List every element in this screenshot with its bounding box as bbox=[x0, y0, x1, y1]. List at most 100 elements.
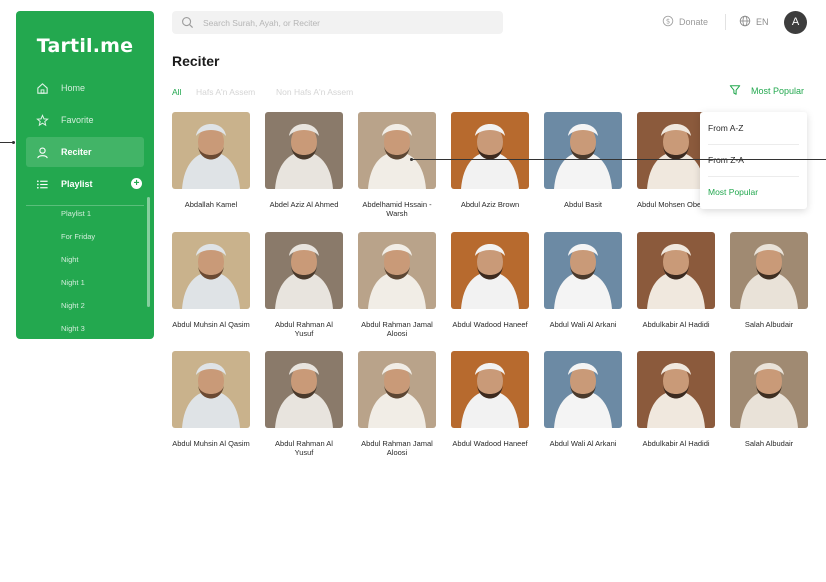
reciter-name: Abdelhamid Hssain - Warsh bbox=[362, 200, 432, 218]
reciter-photo bbox=[265, 232, 343, 309]
reciter-card[interactable]: Abdul Rahman Al Yusuf bbox=[265, 351, 343, 457]
reciter-photo bbox=[265, 351, 343, 428]
sidebar-item-label: Reciter bbox=[61, 147, 92, 157]
svg-text:$: $ bbox=[666, 18, 670, 26]
reciter-card[interactable]: Abdallah Kamel bbox=[172, 112, 250, 209]
playlist-item[interactable]: Night 3 bbox=[61, 324, 85, 333]
reciter-photo bbox=[730, 232, 808, 309]
reciter-photo bbox=[451, 232, 529, 309]
sidebar-item-label: Favorite bbox=[61, 115, 94, 125]
reciter-card[interactable]: Abdul Rahman Al Yusuf bbox=[265, 232, 343, 338]
language-label: EN bbox=[756, 17, 769, 27]
reciter-name: Abdul Basit bbox=[564, 200, 602, 209]
reciter-photo bbox=[358, 232, 436, 309]
reciter-card[interactable]: Abdul Rahman Jamal Aloosi bbox=[358, 232, 436, 338]
add-playlist-button[interactable]: + bbox=[131, 178, 142, 189]
reciter-card[interactable]: Salah Albudair bbox=[730, 351, 808, 448]
reciter-card[interactable]: Abdelhamid Hssain - Warsh bbox=[358, 112, 436, 218]
language-selector[interactable]: EN bbox=[739, 15, 769, 29]
reciter-photo bbox=[730, 351, 808, 428]
reciter-name: Abdul Aziz Brown bbox=[460, 200, 520, 209]
reciter-photo bbox=[172, 112, 250, 189]
playlist-item[interactable]: Night bbox=[61, 255, 79, 264]
reciter-name: Abdul Wadood Haneef bbox=[452, 320, 528, 329]
reciter-card[interactable]: Salah Albudair bbox=[730, 232, 808, 329]
reciter-name: Abdul Wali Al Arkani bbox=[549, 320, 617, 329]
playlist-item[interactable]: Night 1 bbox=[61, 278, 85, 287]
sidebar-item-favorite[interactable]: Favorite bbox=[26, 105, 144, 135]
sort-option-z-a[interactable]: From Z-A bbox=[708, 155, 744, 165]
search-bar bbox=[172, 11, 503, 34]
reciter-name: Abdel Aziz Al Ahmed bbox=[269, 200, 339, 209]
dollar-coin-icon: $ bbox=[662, 15, 674, 29]
dropdown-divider bbox=[708, 176, 799, 177]
sort-dropdown: From A-Z From Z-A Most Popular bbox=[700, 112, 807, 209]
reciter-card[interactable]: Abdul Muhsin Al Qasim bbox=[172, 232, 250, 329]
dropdown-divider bbox=[708, 144, 799, 145]
app-page: Tartil.me Home Favorite Reciter Playlist bbox=[0, 0, 826, 582]
sidebar-item-label: Home bbox=[61, 83, 86, 93]
playlist-item[interactable]: For Friday bbox=[61, 232, 95, 241]
reciter-name: Salah Albudair bbox=[744, 439, 794, 448]
reciter-card[interactable]: Abdul Aziz Brown bbox=[451, 112, 529, 209]
reciter-photo bbox=[265, 112, 343, 189]
reciter-name: Salah Albudair bbox=[744, 320, 794, 329]
tab-non-hafs[interactable]: Non Hafs A'n Assem bbox=[276, 87, 353, 97]
reciter-card[interactable]: Abdul Wali Al Arkani bbox=[544, 351, 622, 448]
reciter-name: Abdul Rahman Al Yusuf bbox=[275, 439, 333, 457]
reciter-photo bbox=[637, 232, 715, 309]
search-input[interactable] bbox=[203, 17, 483, 28]
app-logo[interactable]: Tartil.me bbox=[16, 35, 154, 57]
tab-hafs[interactable]: Hafs A'n Assem bbox=[196, 87, 255, 97]
sort-option-most-popular[interactable]: Most Popular bbox=[708, 187, 758, 197]
reciter-name: Abdulkabir Al Hadidi bbox=[642, 439, 710, 448]
reciter-name: Abdul Rahman Jamal Aloosi bbox=[361, 439, 433, 457]
reciter-card[interactable]: Abdul Rahman Jamal Aloosi bbox=[358, 351, 436, 457]
sidebar-item-reciter[interactable]: Reciter bbox=[26, 137, 144, 167]
sidebar-item-home[interactable]: Home bbox=[26, 73, 144, 103]
reciter-photo bbox=[544, 351, 622, 428]
reciter-card[interactable]: Abdel Aziz Al Ahmed bbox=[265, 112, 343, 209]
reciter-name: Abdul Rahman Jamal Aloosi bbox=[361, 320, 433, 338]
reciter-name: Abdallah Kamel bbox=[184, 200, 238, 209]
sidebar: Tartil.me Home Favorite Reciter Playlist bbox=[16, 11, 154, 339]
annotation-dot-left bbox=[12, 141, 15, 144]
user-icon bbox=[35, 145, 49, 159]
reciter-card[interactable]: Abdul Wadood Haneef bbox=[451, 351, 529, 448]
search-icon bbox=[181, 16, 195, 30]
reciter-photo bbox=[358, 112, 436, 189]
donate-button[interactable]: $ Donate bbox=[662, 15, 708, 29]
sort-button[interactable]: Most Popular bbox=[729, 84, 804, 98]
playlist-divider bbox=[26, 205, 144, 206]
filter-icon bbox=[729, 84, 741, 98]
reciter-name: Abdul Rahman Al Yusuf bbox=[275, 320, 333, 338]
list-icon bbox=[35, 177, 49, 191]
playlist-item[interactable]: Playlist 1 bbox=[61, 209, 91, 218]
home-icon bbox=[35, 81, 49, 95]
reciter-photo bbox=[172, 232, 250, 309]
playlist-scrollbar[interactable] bbox=[147, 197, 150, 307]
reciter-card[interactable]: Abdulkabir Al Hadidi bbox=[637, 351, 715, 448]
sidebar-item-playlist[interactable]: Playlist + bbox=[26, 169, 144, 199]
reciter-card[interactable]: Abdulkabir Al Hadidi bbox=[637, 232, 715, 329]
playlist-item[interactable]: Night 2 bbox=[61, 301, 85, 310]
reciter-photo bbox=[451, 351, 529, 428]
tab-all[interactable]: All bbox=[172, 87, 181, 97]
sort-label: Most Popular bbox=[751, 86, 805, 96]
reciter-photo bbox=[544, 232, 622, 309]
reciter-name: Abdul Muhsin Al Qasim bbox=[172, 439, 250, 448]
annotation-dot-right bbox=[410, 158, 413, 161]
star-icon bbox=[35, 113, 49, 127]
reciter-name: Abdul Muhsin Al Qasim bbox=[172, 320, 250, 329]
reciter-card[interactable]: Abdul Basit bbox=[544, 112, 622, 209]
reciter-card[interactable]: Abdul Wadood Haneef bbox=[451, 232, 529, 329]
reciter-photo bbox=[544, 112, 622, 189]
reciter-name: Abdulkabir Al Hadidi bbox=[642, 320, 710, 329]
reciter-card[interactable]: Abdul Muhsin Al Qasim bbox=[172, 351, 250, 448]
sidebar-item-label: Playlist bbox=[61, 179, 93, 189]
globe-icon bbox=[739, 15, 751, 29]
reciter-card[interactable]: Abdul Wali Al Arkani bbox=[544, 232, 622, 329]
user-avatar[interactable]: A bbox=[784, 11, 807, 34]
sort-option-a-z[interactable]: From A-Z bbox=[708, 123, 743, 133]
reciter-name: Abdul Wali Al Arkani bbox=[549, 439, 617, 448]
